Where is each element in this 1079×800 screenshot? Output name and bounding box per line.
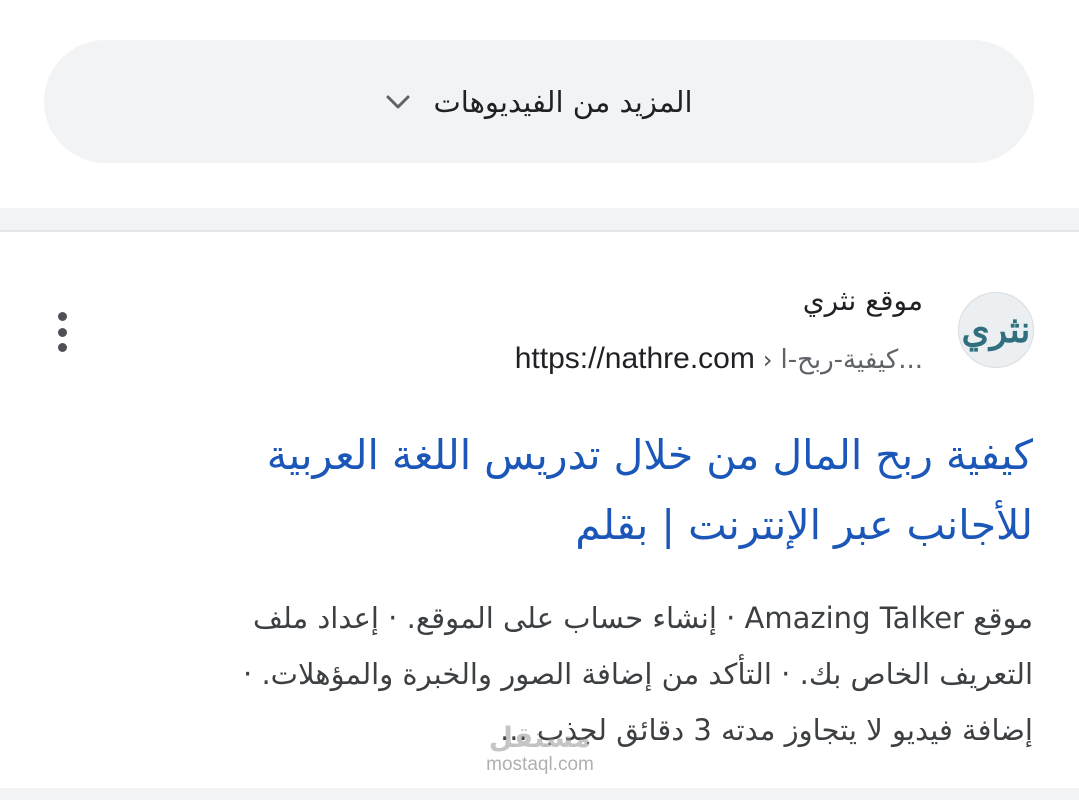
result-title-line: كيفية ربح المال من خلال تدريس اللغة العر…: [266, 431, 1033, 479]
url-path: كيفية-ربح-ا...: [780, 345, 923, 375]
url-domain: https://nathre.com: [514, 342, 755, 375]
url-separator: ›: [762, 346, 773, 374]
snippet-line: موقع Amazing Talker · إنشاء حساب على الم…: [253, 601, 1033, 635]
snippet-line: التعريف الخاص بك. · التأكد من إضافة الصو…: [243, 657, 1033, 691]
search-results-page: المزيد من الفيديوهات نثري موقع نثري http…: [0, 0, 1079, 800]
result-title-line: للأجانب عبر الإنترنت | بقلم: [575, 501, 1033, 549]
result-snippet: موقع Amazing Talker · إنشاء حساب على الم…: [83, 590, 1033, 758]
menu-dot: [57, 327, 67, 337]
menu-dot: [57, 312, 67, 321]
more-vert-icon[interactable]: [50, 312, 74, 352]
section-divider: [0, 208, 1079, 230]
more-videos-label: المزيد من الفيديوهات: [433, 84, 693, 119]
site-url-breadcrumb[interactable]: https://nathre.com › كيفية-ربح-ا...: [515, 342, 923, 376]
result-title-link[interactable]: كيفية ربح المال من خلال تدريس اللغة العر…: [103, 420, 1033, 560]
menu-dot: [57, 343, 67, 352]
more-videos-button[interactable]: المزيد من الفيديوهات: [44, 40, 1034, 163]
search-result-card: نثري موقع نثري https://nathre.com › كيفي…: [0, 232, 1079, 788]
site-name[interactable]: موقع نثري: [803, 284, 923, 317]
section-divider-bottom: [0, 788, 1079, 800]
snippet-line: إضافة فيديو لا يتجاوز مدته 3 دقائق لجذب …: [500, 713, 1033, 747]
site-favicon[interactable]: نثري: [958, 292, 1034, 368]
site-favicon-logo: نثري: [961, 309, 1031, 351]
chevron-down-icon: [385, 93, 411, 111]
